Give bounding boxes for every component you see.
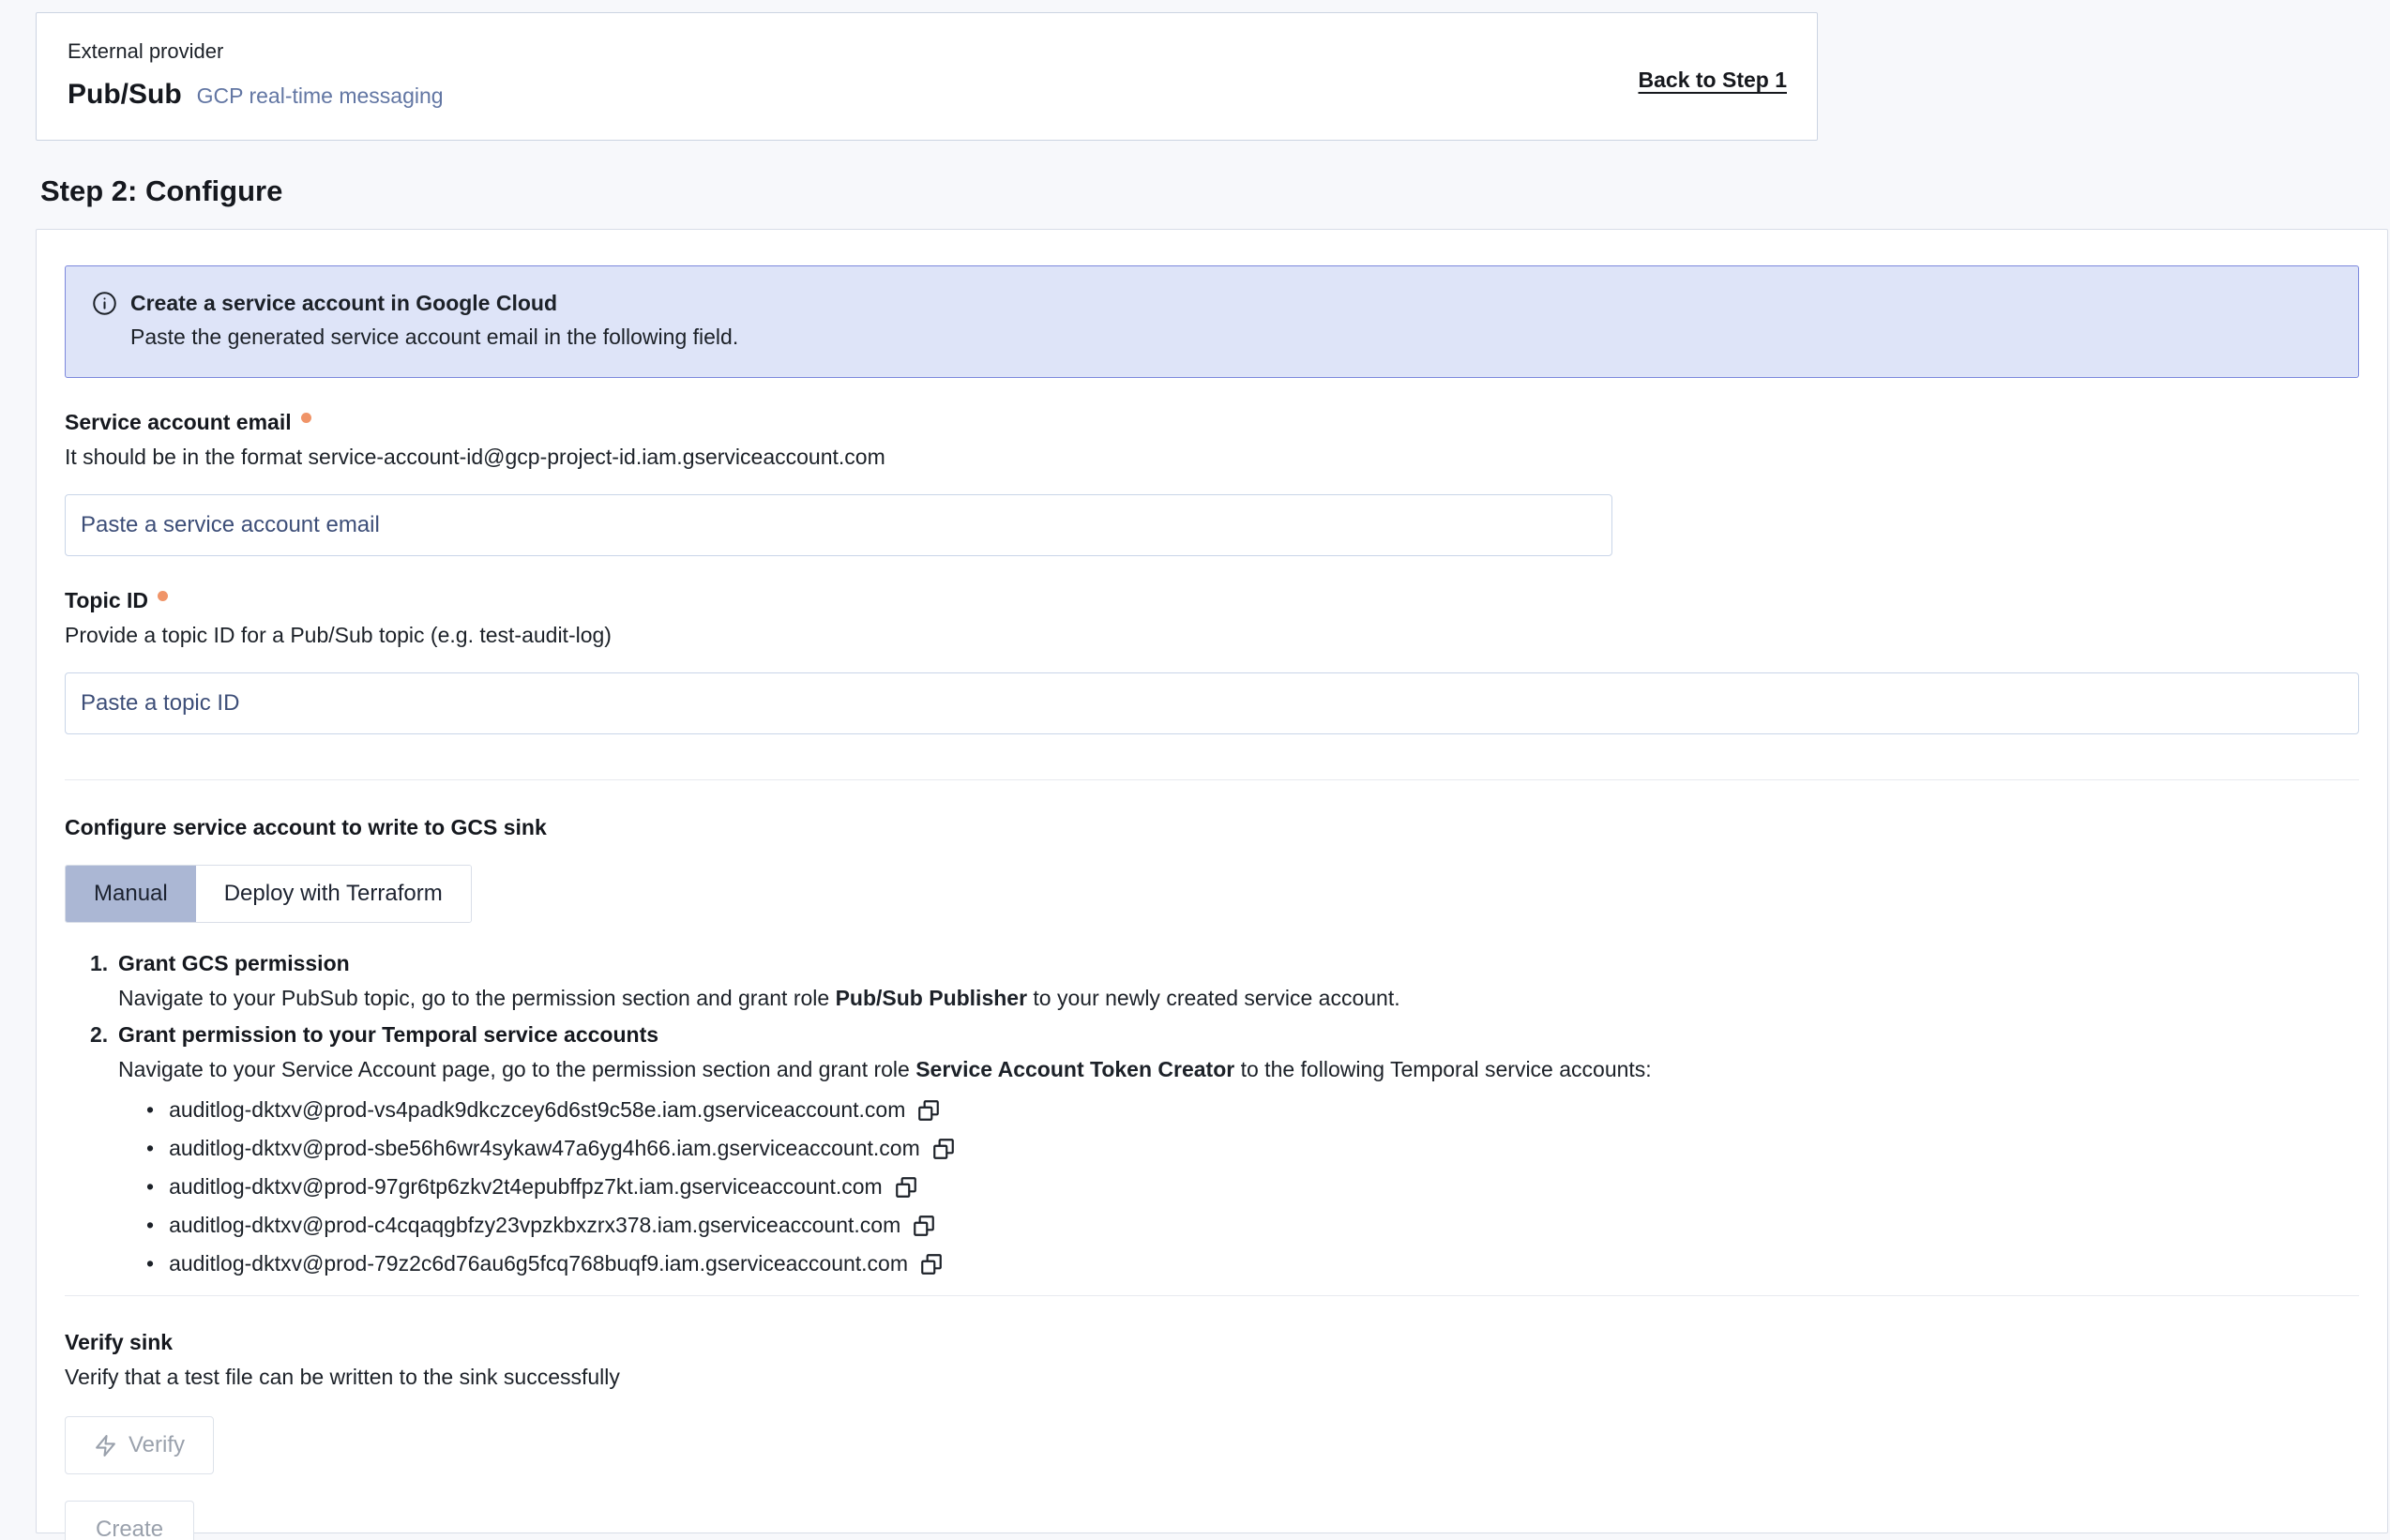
service-account-email: auditlog-dktxv@prod-97gr6tp6zkv2t4epubff…: [169, 1174, 883, 1200]
tab-deploy-with-terraform[interactable]: Deploy with Terraform: [196, 866, 471, 922]
configure-method-tabs: Manual Deploy with Terraform: [65, 865, 472, 923]
section-divider: [65, 1295, 2359, 1296]
section-divider: [65, 779, 2359, 780]
verify-sink-heading: Verify sink: [65, 1330, 2359, 1355]
service-account-email: auditlog-dktxv@prod-sbe56h6wr4sykaw47a6y…: [169, 1136, 920, 1161]
service-account-email-label: Service account email: [65, 410, 292, 435]
list-item: auditlog-dktxv@prod-c4cqaqgbfzy23vpzkbxz…: [146, 1213, 2359, 1238]
list-item: auditlog-dktxv@prod-sbe56h6wr4sykaw47a6y…: [146, 1136, 2359, 1161]
topic-id-helper: Provide a topic ID for a Pub/Sub topic (…: [65, 623, 2359, 648]
service-account-email: auditlog-dktxv@prod-vs4padk9dkczcey6d6st…: [169, 1097, 905, 1123]
step-grant-temporal-permission: 2. Grant permission to your Temporal ser…: [90, 1022, 2359, 1276]
role-name: Service Account Token Creator: [915, 1057, 1234, 1081]
tab-manual[interactable]: Manual: [66, 866, 196, 922]
copy-icon[interactable]: [912, 1214, 936, 1238]
list-item: auditlog-dktxv@prod-vs4padk9dkczcey6d6st…: [146, 1097, 2359, 1123]
service-account-email: auditlog-dktxv@prod-79z2c6d76au6g5fcq768…: [169, 1251, 908, 1276]
info-alert-title: Create a service account in Google Cloud: [130, 291, 557, 316]
provider-tagline: GCP real-time messaging: [197, 83, 444, 109]
topic-id-label: Topic ID: [65, 588, 148, 613]
step-body-text: Navigate to your Service Account page, g…: [118, 1057, 915, 1081]
configure-card: Create a service account in Google Cloud…: [36, 229, 2388, 1533]
service-account-list: auditlog-dktxv@prod-vs4padk9dkczcey6d6st…: [146, 1097, 2359, 1276]
step-number: 1.: [90, 951, 118, 976]
info-icon: [92, 291, 117, 316]
info-alert-body: Paste the generated service account emai…: [130, 325, 2332, 350]
lightning-bolt-icon: [94, 1434, 117, 1457]
topic-id-input[interactable]: [65, 672, 2359, 734]
verify-button[interactable]: Verify: [65, 1416, 214, 1474]
service-account-email-input[interactable]: [65, 494, 1612, 556]
back-to-step-1-link[interactable]: Back to Step 1: [1639, 68, 1788, 93]
create-button[interactable]: Create: [65, 1501, 194, 1540]
step-number: 2.: [90, 1022, 118, 1048]
step-body: Navigate to your Service Account page, g…: [118, 1055, 2359, 1084]
info-alert: Create a service account in Google Cloud…: [65, 265, 2359, 378]
service-account-email-helper: It should be in the format service-accou…: [65, 445, 2359, 470]
configure-section-heading: Configure service account to write to GC…: [65, 815, 2359, 840]
page-title: Step 2: Configure: [40, 174, 2390, 208]
external-provider-label: External provider: [68, 39, 1787, 64]
create-button-label: Create: [96, 1517, 163, 1540]
copy-icon[interactable]: [931, 1137, 956, 1161]
verify-sink-description: Verify that a test file can be written t…: [65, 1365, 2359, 1390]
step-body-text: to your newly created service account.: [1027, 986, 1400, 1010]
step-body-text: to the following Temporal service accoun…: [1234, 1057, 1651, 1081]
copy-icon[interactable]: [894, 1175, 918, 1200]
list-item: auditlog-dktxv@prod-97gr6tp6zkv2t4epubff…: [146, 1174, 2359, 1200]
required-indicator-dot: [301, 413, 311, 423]
copy-icon[interactable]: [916, 1098, 941, 1123]
service-account-email: auditlog-dktxv@prod-c4cqaqgbfzy23vpzkbxz…: [169, 1213, 900, 1238]
list-item: auditlog-dktxv@prod-79z2c6d76au6g5fcq768…: [146, 1251, 2359, 1276]
verify-button-label: Verify: [129, 1432, 185, 1458]
provider-card: External provider Pub/Sub GCP real-time …: [36, 12, 1818, 141]
copy-icon[interactable]: [919, 1252, 944, 1276]
provider-name: Pub/Sub: [68, 79, 182, 111]
step-grant-gcs-permission: 1. Grant GCS permission Navigate to your…: [90, 951, 2359, 1013]
step-body: Navigate to your PubSub topic, go to the…: [118, 984, 2359, 1013]
required-indicator-dot: [158, 591, 168, 601]
step-title: Grant GCS permission: [118, 951, 350, 976]
manual-steps-list: 1. Grant GCS permission Navigate to your…: [90, 951, 2359, 1276]
step-body-text: Navigate to your PubSub topic, go to the…: [118, 986, 836, 1010]
step-title: Grant permission to your Temporal servic…: [118, 1022, 658, 1048]
role-name: Pub/Sub Publisher: [836, 986, 1027, 1010]
